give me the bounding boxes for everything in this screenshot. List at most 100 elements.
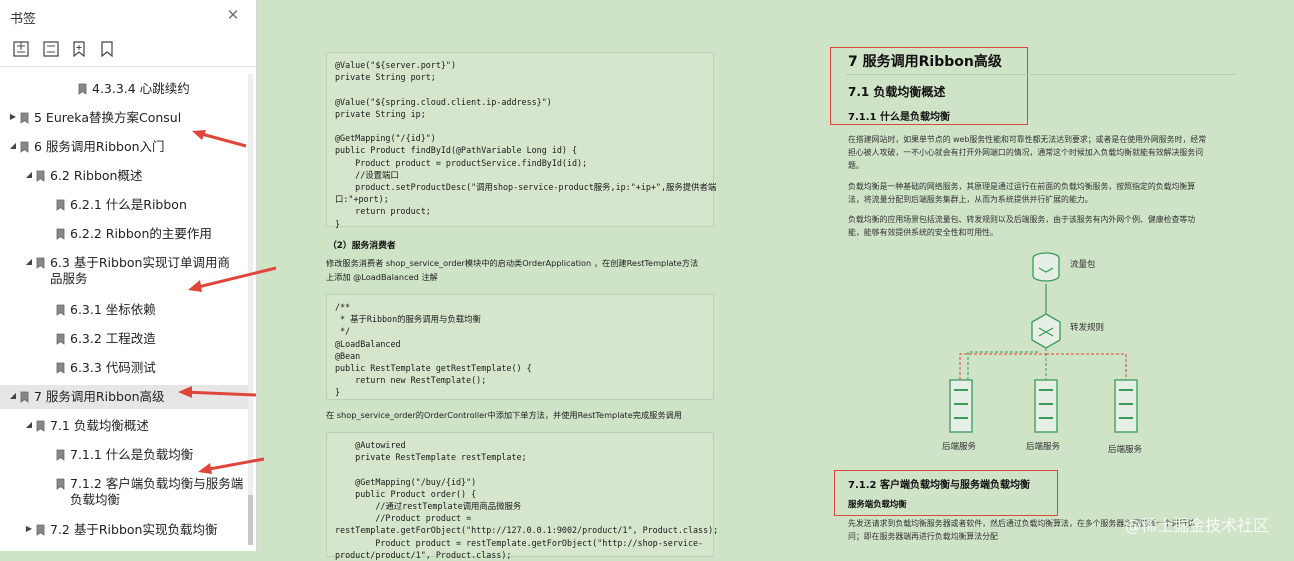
code-line: 口:"+port); bbox=[335, 194, 389, 205]
bookmark-label: 7.2 基于Ribbon实现负载均衡 bbox=[50, 522, 218, 537]
paragraph: 问；即在服务器端再进行负载均衡算法分配 bbox=[848, 532, 998, 541]
bookmark-label: 6.3.3 代码测试 bbox=[70, 360, 156, 375]
bookmark-item[interactable]: 7.1.1 什么是负载均衡 bbox=[0, 443, 248, 467]
watermark: @稀土掘金技术社区 bbox=[1125, 516, 1270, 535]
caret-down-icon[interactable]: ◢ bbox=[8, 391, 18, 401]
caret-down-icon[interactable]: ◢ bbox=[8, 141, 18, 151]
bookmark-item[interactable]: 4.3.3.4 心跳续约 bbox=[0, 77, 248, 101]
bookmark-label: 6.2.1 什么是Ribbon bbox=[70, 197, 187, 212]
traffic-label: 流量包 bbox=[1070, 259, 1096, 270]
bookmark-label: 7.1.1 什么是负载均衡 bbox=[70, 447, 194, 462]
bookmark-label: 6.2.2 Ribbon的主要作用 bbox=[70, 226, 212, 241]
bookmark-item[interactable]: 7.1.2 客户端负载均衡与服务端 负载均衡 bbox=[0, 472, 248, 520]
divider bbox=[846, 74, 1236, 75]
minor-heading: 服务端负载均衡 bbox=[848, 499, 907, 509]
bookmark-item[interactable]: 6.2.2 Ribbon的主要作用 bbox=[0, 222, 248, 246]
code-line: @Bean bbox=[335, 350, 361, 361]
code-line: @Value("${server.port}") bbox=[335, 60, 457, 70]
bookmark-item[interactable]: ▶ 7.2 基于Ribbon实现负载均衡 bbox=[0, 518, 248, 542]
server-icon bbox=[949, 379, 973, 433]
paragraph: 担心被人攻破，一不小心就会有打开外网端口的情况，通常这个时候加入负载均衡就能有效… bbox=[848, 148, 1204, 157]
bookmark-icon bbox=[20, 141, 29, 153]
bookmark-item[interactable]: 6.3.1 坐标依赖 bbox=[0, 298, 248, 322]
bookmark-label: 5 Eureka替换方案Consul bbox=[34, 110, 182, 125]
bookmark-label: 7.1 负载均衡概述 bbox=[50, 418, 149, 433]
bookmark-label: 品服务 bbox=[50, 271, 88, 286]
code-line: public Product order() { bbox=[335, 488, 477, 499]
code-line: @Value("${spring.cloud.client.ip-address… bbox=[335, 96, 552, 107]
bookmark-outline-icon[interactable] bbox=[98, 40, 116, 58]
caret-down-icon[interactable]: ◢ bbox=[24, 420, 34, 430]
caret-right-icon[interactable]: ▶ bbox=[24, 524, 34, 534]
bookmark-item[interactable]: ▶ 5 Eureka替换方案Consul bbox=[0, 106, 248, 130]
scrollbar-track[interactable] bbox=[248, 74, 253, 544]
code-line: @LoadBalanced bbox=[335, 338, 401, 349]
bookmark-icon bbox=[36, 170, 45, 182]
code-line: public Product findById(@PathVariable Lo… bbox=[335, 145, 578, 156]
paragraph: 负载均衡是一种基础的网络服务，其原理是通过运行在前面的负载均衡服务，按照指定的负… bbox=[848, 182, 1196, 191]
code-line: /** bbox=[335, 302, 351, 312]
paragraph: 在 shop_service_order的OrderController中添加下… bbox=[326, 410, 682, 420]
bookmark-label: 6.3.2 工程改造 bbox=[70, 331, 156, 346]
code-line: @Autowired bbox=[335, 440, 406, 450]
section-heading: （2）服务消费者 bbox=[328, 241, 396, 251]
code-line: Product product = restTemplate.getForObj… bbox=[335, 537, 704, 548]
code-line: * 基于Ribbon的服务调用与负载均衡 bbox=[335, 314, 481, 325]
bookmark-icon bbox=[78, 83, 87, 95]
bookmark-icon bbox=[56, 333, 65, 345]
caret-down-icon[interactable]: ◢ bbox=[24, 170, 34, 180]
bookmark-item[interactable]: 6.3.3 代码测试 bbox=[0, 356, 248, 380]
collapse-all-icon[interactable] bbox=[42, 40, 60, 58]
bookmark-label: 负载均衡 bbox=[70, 492, 121, 507]
panel-title: 书签 bbox=[10, 12, 37, 27]
traffic-icon bbox=[1032, 252, 1060, 282]
code-line: //Product product = bbox=[335, 513, 472, 524]
code-line: @GetMapping("/buy/{id}") bbox=[335, 476, 477, 487]
code-line: private String port; bbox=[335, 72, 436, 83]
code-line: } bbox=[335, 387, 341, 398]
expand-all-icon[interactable] bbox=[12, 40, 30, 58]
code-line: //通过restTemplate调用商品微服务 bbox=[335, 501, 522, 511]
bookmark-icon bbox=[56, 228, 65, 240]
rule-label: 转发规则 bbox=[1070, 322, 1104, 333]
bookmark-label: 6 服务调用Ribbon入门 bbox=[34, 139, 165, 154]
paragraph: 在搭建网站时，如果单节点的 web服务性能和可靠性都无法达到要求；或者是在使用外… bbox=[848, 135, 1207, 144]
bookmark-icon bbox=[20, 391, 29, 403]
paragraph: 能，能够有效提供系统的安全性和可用性。 bbox=[848, 228, 998, 237]
bookmark-icon bbox=[56, 304, 65, 316]
paragraph: 上添加 @LoadBalanced 注解 bbox=[326, 272, 438, 282]
bookmark-label: 4.3.3.4 心跳续约 bbox=[92, 81, 190, 96]
bookmark-item[interactable]: ◢ 6 服务调用Ribbon入门 bbox=[0, 135, 248, 159]
bookmark-item[interactable]: ◢ 6.3 基于Ribbon实现订单调用商 品服务 bbox=[0, 251, 248, 299]
code-line: } bbox=[335, 218, 341, 229]
scrollbar-thumb[interactable] bbox=[248, 495, 253, 545]
add-bookmark-icon[interactable] bbox=[70, 40, 88, 58]
caret-down-icon[interactable]: ◢ bbox=[24, 257, 34, 267]
bookmark-item[interactable]: 6.2.1 什么是Ribbon bbox=[0, 193, 248, 217]
bookmark-item[interactable]: ◢ 7 服务调用Ribbon高级 bbox=[0, 385, 248, 409]
code-line: private String ip; bbox=[335, 108, 426, 119]
bookmark-panel: 书签 ✕ 4.3.3.4 心跳续约 ▶ 5 Eureka替换方案Consul ◢ 6 服… bbox=[0, 0, 277, 551]
bookmark-item[interactable]: 6.3.2 工程改造 bbox=[0, 327, 248, 351]
caret-right-icon[interactable]: ▶ bbox=[8, 112, 18, 122]
code-line: return product; bbox=[335, 206, 431, 217]
bookmark-label: 6.3.1 坐标依赖 bbox=[70, 302, 156, 317]
bookmark-icon bbox=[36, 257, 45, 269]
bookmark-icon bbox=[36, 524, 45, 536]
code-line: public RestTemplate getRestTemplate() { bbox=[335, 363, 532, 374]
bookmark-item[interactable]: ◢ 7.1 负载均衡概述 bbox=[0, 414, 248, 438]
backend-label: 后端服务 bbox=[942, 441, 977, 452]
bookmark-item[interactable]: ◢ 6.2 Ribbon概述 bbox=[0, 164, 248, 188]
document-view[interactable]: @Value("${server.port}") private String p… bbox=[258, 0, 1294, 560]
load-balance-diagram: 流量包 转发规则 后端服务 后端服务 后端服务 bbox=[942, 252, 1143, 455]
subsection-heading: 7.1.1 什么是负载均衡 bbox=[848, 112, 950, 123]
bookmark-icon bbox=[56, 199, 65, 211]
divider bbox=[0, 66, 256, 67]
code-line: //设置端口 bbox=[335, 169, 399, 180]
paragraph: 修改服务消费者 shop_service_order模块中的启动类OrderAp… bbox=[326, 258, 699, 268]
bookmark-label: 7 服务调用Ribbon高级 bbox=[34, 389, 165, 404]
close-icon[interactable]: ✕ bbox=[224, 6, 242, 24]
code-block: @Value("${server.port}") private String p… bbox=[326, 52, 716, 229]
